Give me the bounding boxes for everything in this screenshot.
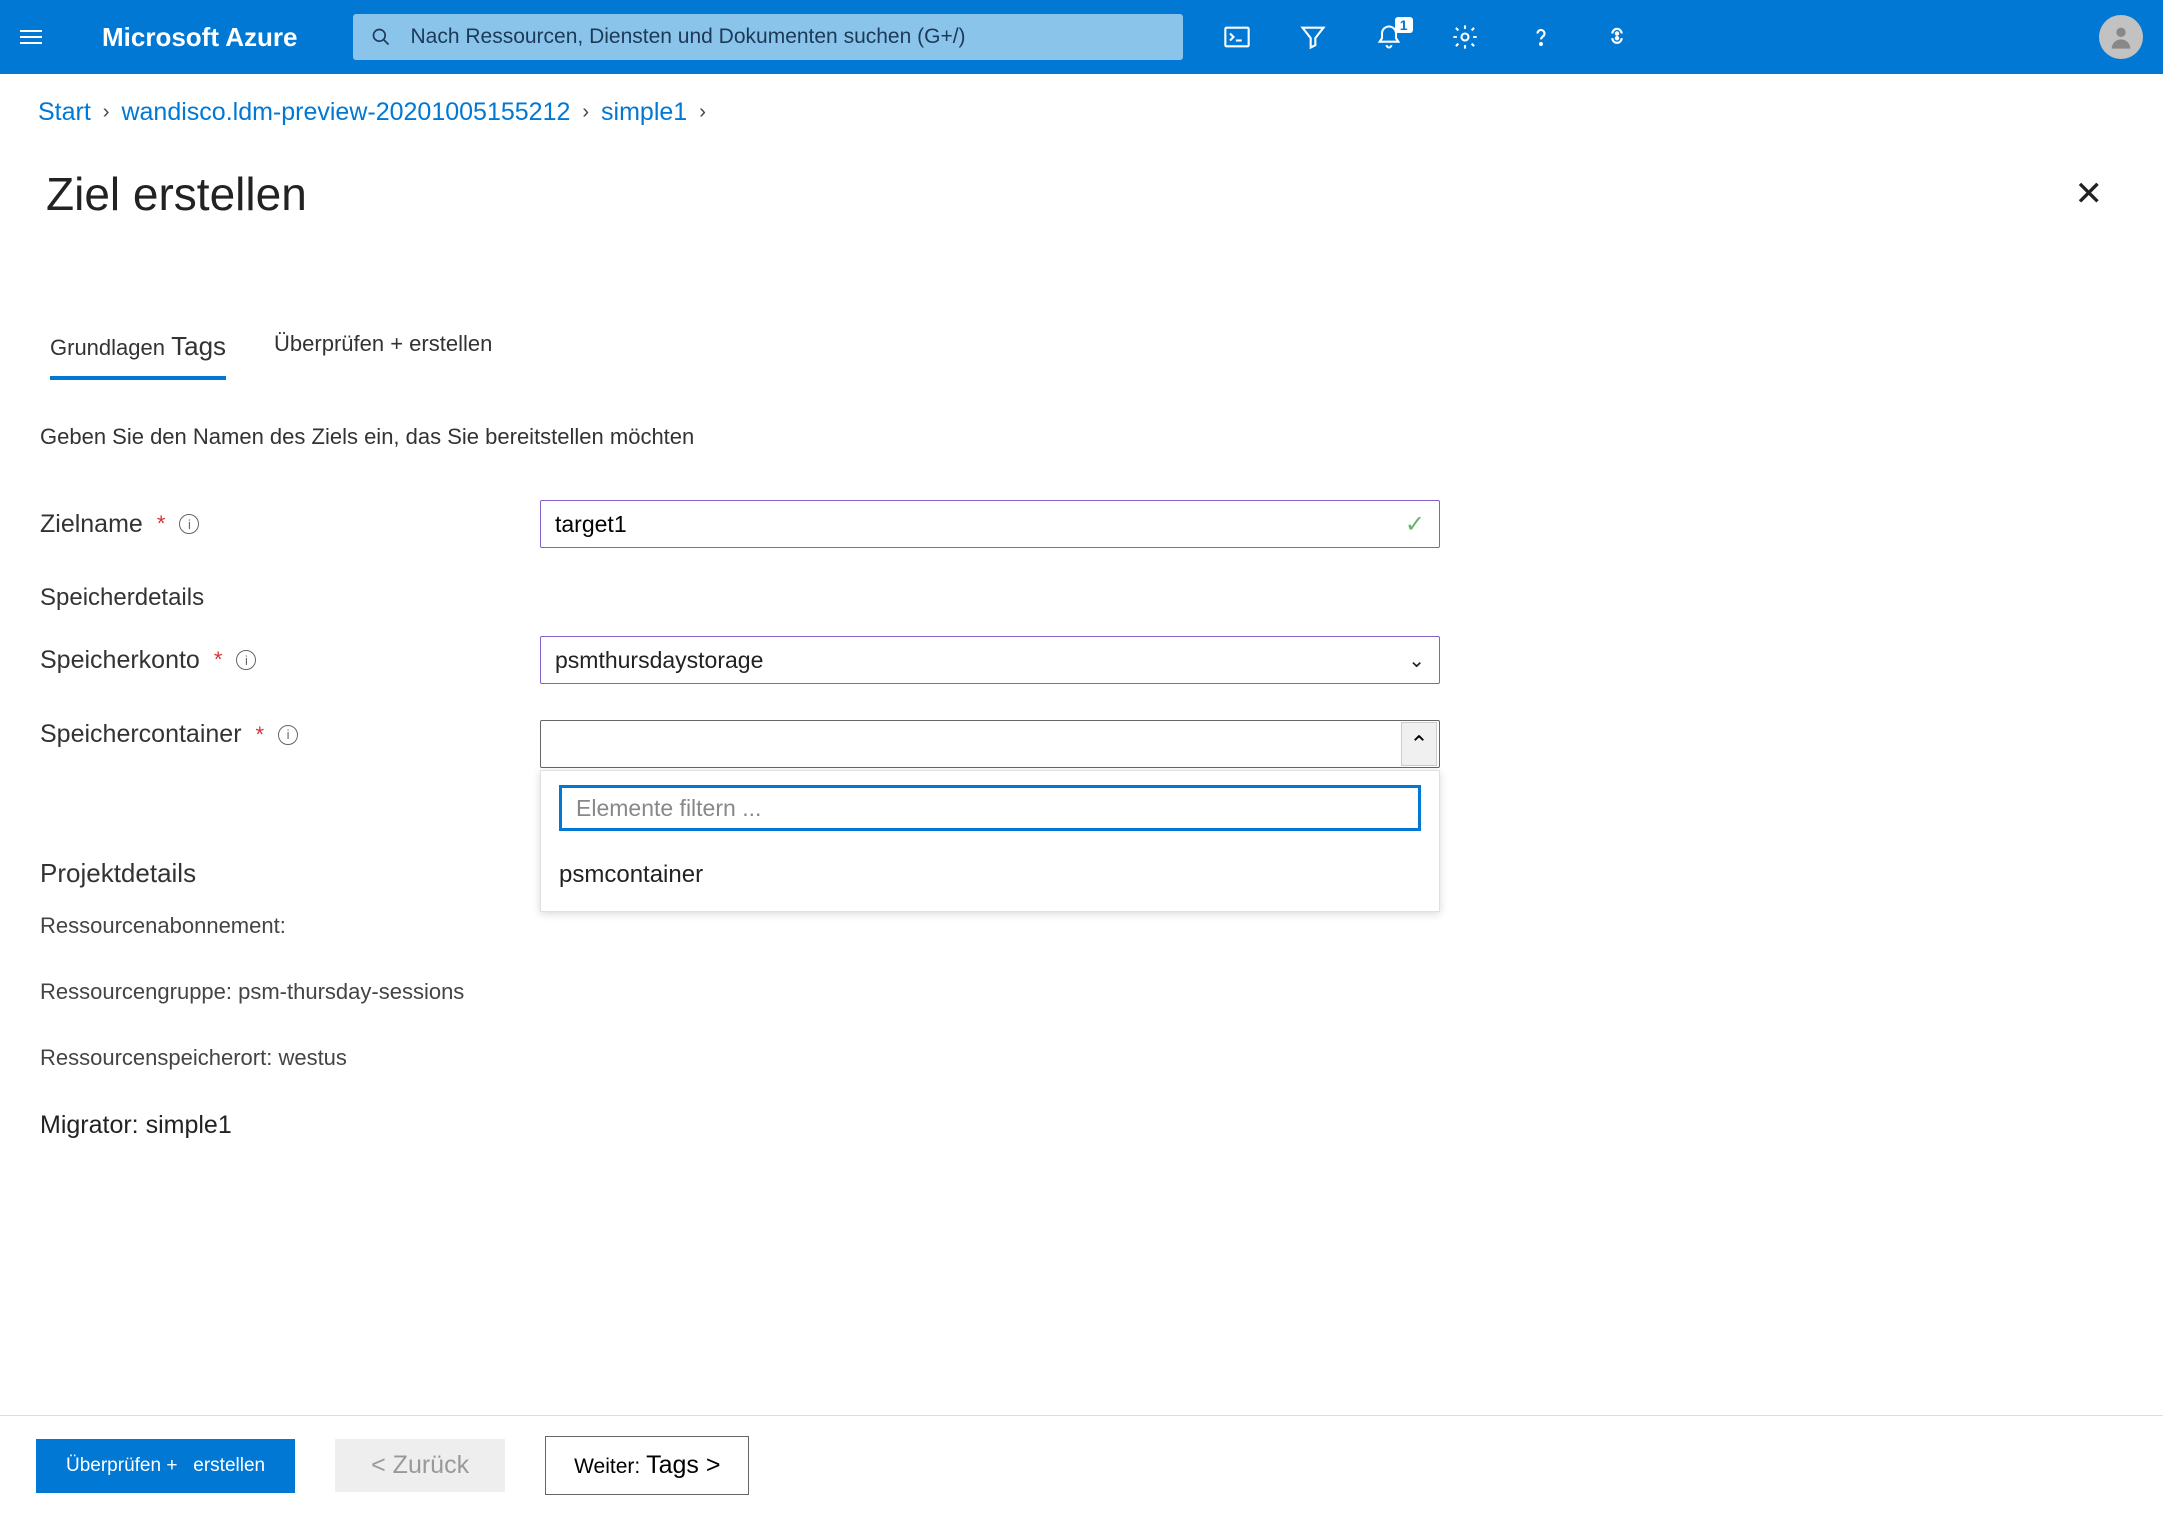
line-ressourcenspeicherort: Ressourcenspeicherort: westus (40, 1045, 2163, 1071)
global-search[interactable] (353, 14, 1183, 60)
tab-label: Grundlagen (50, 335, 165, 360)
search-icon (371, 27, 391, 47)
dropdown-panel: psmcontainer (540, 770, 1440, 912)
notifications-icon[interactable]: 1 (1375, 23, 1403, 51)
chevron-right-icon: › (699, 101, 706, 124)
review-create-button[interactable]: Überprüfen + erstellen (36, 1439, 295, 1493)
button-label-suffix: erstellen (193, 1455, 265, 1476)
input-zielname-wrap: ✓ (540, 500, 1440, 548)
page-title: Ziel erstellen (46, 167, 307, 221)
info-icon[interactable]: i (179, 514, 199, 534)
label-speicherkonto: Speicherkonto * i (40, 646, 540, 675)
check-icon: ✓ (1405, 510, 1425, 539)
feedback-icon[interactable] (1603, 23, 1631, 51)
tab-bar: Grundlagen Tags Überprüfen + erstellen (50, 331, 2163, 380)
page-header: Ziel erstellen ✕ (0, 127, 2163, 221)
filter-icon[interactable] (1299, 23, 1327, 51)
helper-text: Geben Sie den Namen des Ziels ein, das S… (40, 424, 2163, 450)
info-icon[interactable]: i (278, 725, 298, 745)
row-speicherkonto: Speicherkonto * i psmthursdaystorage ⌄ (40, 636, 2163, 684)
line-migrator: Migrator: simple1 (40, 1111, 2163, 1140)
breadcrumb-migrator[interactable]: simple1 (601, 98, 687, 127)
search-input[interactable] (411, 25, 1165, 49)
heading-speicherdetails: Speicherdetails (40, 584, 2163, 612)
field-label: Zielname (40, 510, 143, 539)
row-zielname: Zielname * i ✓ (40, 500, 2163, 548)
required-asterisk: * (214, 647, 223, 673)
line-ressourcenabonnement: Ressourcenabonnement: (40, 913, 2163, 939)
field-label: Speicherkonto (40, 646, 200, 675)
button-label: Tags > (646, 1451, 720, 1479)
button-label-prefix: < (371, 1451, 386, 1479)
select-value: psmthursdaystorage (555, 647, 763, 674)
line-ressourcengruppe: Ressourcengruppe: psm-thursday-sessions (40, 979, 2163, 1005)
select-speicherkonto[interactable]: psmthursdaystorage ⌄ (540, 636, 1440, 684)
breadcrumb-resource[interactable]: wandisco.ldm-preview-20201005155212 (121, 98, 570, 127)
label-zielname: Zielname * i (40, 510, 540, 539)
button-label-prefix: Überprüfen + (66, 1455, 177, 1476)
form-body: Geben Sie den Namen des Ziels ein, das S… (0, 380, 2163, 1140)
breadcrumb: Start › wandisco.ldm-preview-20201005155… (0, 74, 2163, 127)
info-icon[interactable]: i (236, 650, 256, 670)
required-asterisk: * (256, 722, 265, 748)
help-icon[interactable] (1527, 23, 1555, 51)
hamburger-menu-icon[interactable] (20, 21, 52, 53)
select-speichercontainer: ⌃ psmcontainer (540, 720, 1440, 768)
top-bar: Microsoft Azure 1 (0, 0, 2163, 74)
row-speichercontainer: Speichercontainer * i ⌃ psmcontainer (40, 720, 2163, 768)
cloud-shell-icon[interactable] (1223, 23, 1251, 51)
close-icon[interactable]: ✕ (2075, 174, 2104, 214)
field-label: Speichercontainer (40, 720, 242, 749)
required-asterisk: * (157, 511, 166, 537)
tab-label-suffix: Tags (171, 331, 226, 361)
chevron-right-icon: › (582, 101, 589, 124)
label-speichercontainer: Speichercontainer * i (40, 720, 540, 749)
chevron-down-icon: ⌄ (1408, 648, 1425, 673)
user-avatar[interactable] (2099, 15, 2143, 59)
top-icons-group: 1 (1223, 23, 1631, 51)
dropdown-filter-input[interactable] (576, 795, 1404, 822)
tab-review[interactable]: Überprüfen + erstellen (274, 331, 492, 380)
breadcrumb-start[interactable]: Start (38, 98, 91, 127)
dropdown-option-psmcontainer[interactable]: psmcontainer (541, 845, 1439, 911)
select-speichercontainer-toggle[interactable]: ⌃ (540, 720, 1440, 768)
footer-bar: Überprüfen + erstellen < Zurück Weiter: … (0, 1415, 2163, 1515)
input-zielname[interactable] (555, 511, 1405, 538)
next-button[interactable]: Weiter: Tags > (545, 1436, 749, 1495)
button-label-prefix: Weiter: (574, 1455, 640, 1478)
notification-badge: 1 (1395, 17, 1413, 33)
settings-gear-icon[interactable] (1451, 23, 1479, 51)
dropdown-filter-wrap (559, 785, 1421, 831)
back-button: < Zurück (335, 1439, 505, 1492)
tab-grundlagen[interactable]: Grundlagen Tags (50, 331, 226, 380)
chevron-up-icon: ⌃ (1401, 722, 1437, 766)
button-label: Zurück (393, 1451, 469, 1479)
brand-label[interactable]: Microsoft Azure (102, 22, 298, 53)
chevron-right-icon: › (103, 101, 110, 124)
